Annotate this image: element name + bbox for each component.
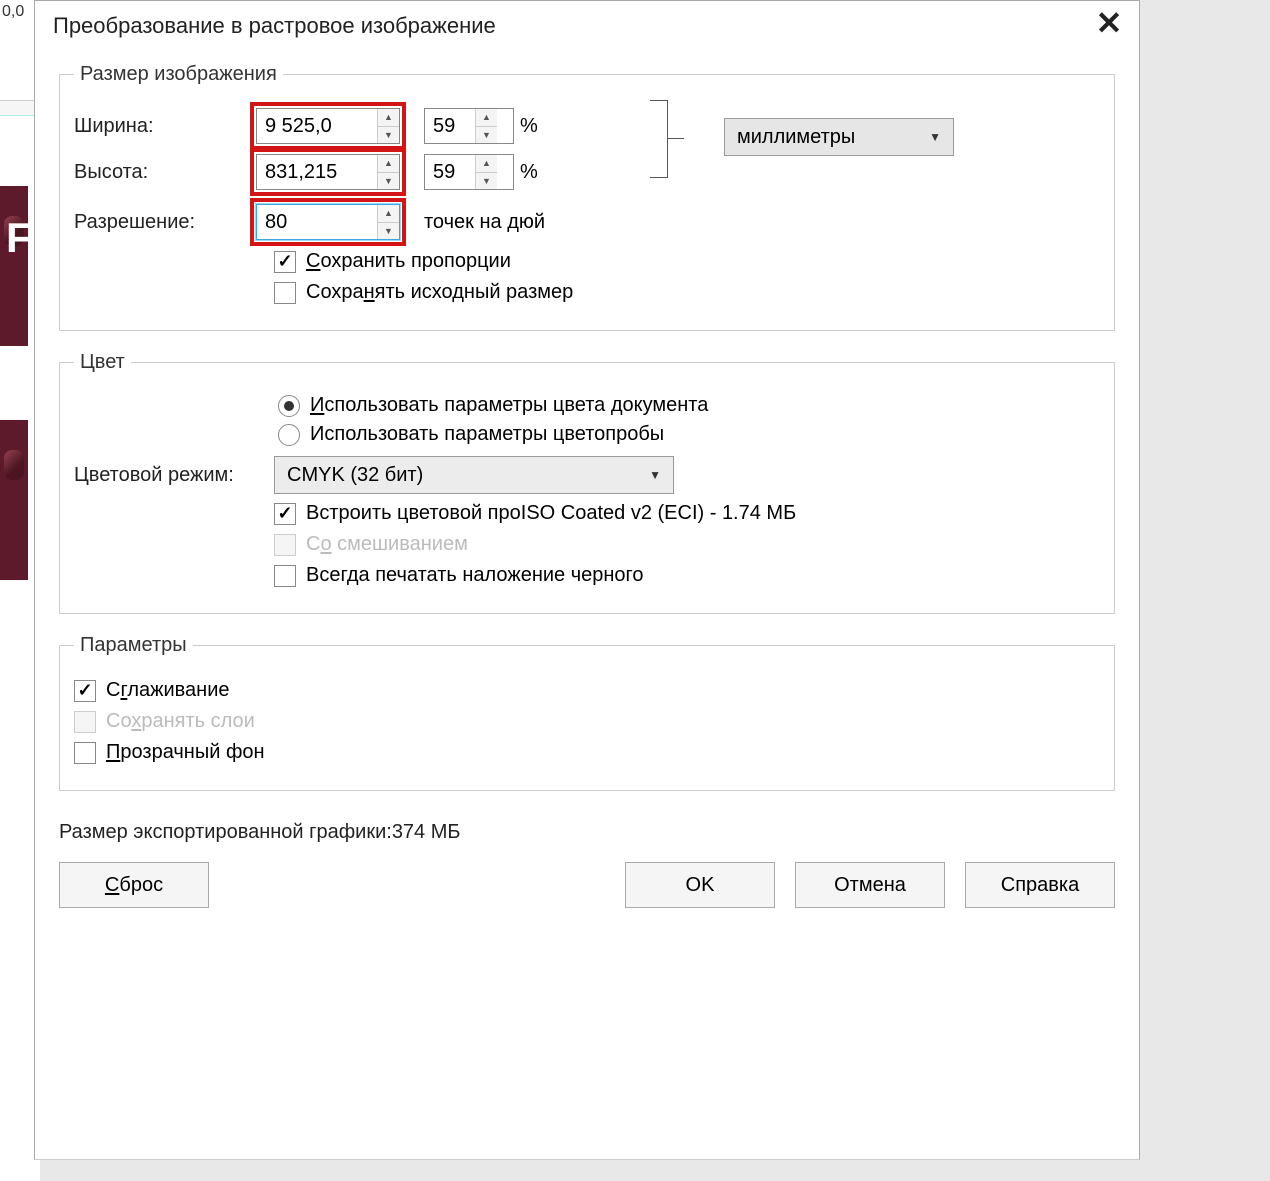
resolution-input[interactable] — [257, 205, 377, 239]
width-pct-input[interactable] — [425, 109, 475, 143]
export-size-info: Размер экспортированной графики: 374 МБ — [35, 811, 1139, 844]
height-input[interactable] — [257, 155, 377, 189]
spinner-down-icon[interactable]: ▼ — [378, 127, 399, 144]
checkbox-icon — [274, 503, 296, 525]
pct-symbol: % — [520, 161, 538, 184]
color-mode-label: Цветовой режим: — [74, 464, 274, 487]
spinner-down-icon[interactable]: ▼ — [476, 127, 497, 144]
color-group: Цвет Использовать параметры цвета докуме… — [59, 351, 1115, 614]
canvas-strip-2 — [0, 420, 28, 580]
height-label: Высота: — [74, 161, 254, 184]
keep-ratio-label: ССохранить пропорцииохранить пропорции — [306, 250, 511, 273]
use-doc-label: Использовать параметры цвета документа — [310, 394, 708, 417]
dialog-titlebar: Преобразование в растровое изображение ✕ — [35, 1, 1139, 53]
resolution-spinner[interactable]: ▲▼ — [256, 204, 400, 240]
height-pct-spinner[interactable]: ▲▼ — [424, 154, 514, 190]
black-overprint-label: Всегда печатать наложение черного — [306, 564, 644, 587]
width-label: Ширина: — [74, 115, 254, 138]
keep-source-checkbox[interactable]: Сохранять исходный размер — [274, 281, 1100, 304]
embed-profile-checkbox[interactable]: Встроить цветовой проISO Coated v2 (ECI)… — [274, 502, 1100, 525]
image-size-group: Размер изображения Ширина: ▲▼ ▲▼ % Высот — [59, 63, 1115, 331]
checkbox-icon — [74, 742, 96, 764]
use-proof-label: Использовать параметры цветопробы — [310, 423, 664, 446]
width-pct-spinner[interactable]: ▲▼ — [424, 108, 514, 144]
params-legend: Параметры — [74, 634, 193, 657]
spinner-up-icon[interactable]: ▲ — [476, 109, 497, 127]
spinner-up-icon[interactable]: ▲ — [378, 205, 399, 223]
image-size-legend: Размер изображения — [74, 63, 283, 86]
checkbox-icon — [274, 282, 296, 304]
height-spinner[interactable]: ▲▼ — [256, 154, 400, 190]
spinner-down-icon[interactable]: ▼ — [476, 173, 497, 190]
resolution-unit: точек на дюй — [424, 211, 545, 234]
transparent-bg-label: Прозрачный фон — [106, 741, 265, 764]
ruler-value: 0,0 — [2, 3, 24, 21]
keep-layers-label: Сохранять слои — [106, 710, 255, 733]
help-button[interactable]: Справка — [965, 862, 1115, 908]
spinner-down-icon[interactable]: ▼ — [378, 173, 399, 190]
keep-ratio-checkbox[interactable]: ССохранить пропорцииохранить пропорции — [274, 250, 1100, 273]
ok-button[interactable]: OK — [625, 862, 775, 908]
checkbox-icon — [274, 534, 296, 556]
canvas-letter: F — [6, 214, 32, 262]
units-dropdown[interactable]: миллиметры ▼ — [724, 118, 954, 156]
rasterize-dialog: Преобразование в растровое изображение ✕… — [34, 0, 1140, 1160]
checkbox-icon — [274, 565, 296, 587]
color-mode-value: CMYK (32 бит) — [287, 464, 423, 487]
radio-icon — [278, 424, 300, 446]
pct-symbol: % — [520, 115, 538, 138]
color-legend: Цвет — [74, 351, 131, 374]
checkbox-icon — [74, 711, 96, 733]
checkbox-icon — [74, 680, 96, 702]
radio-icon — [278, 395, 300, 417]
export-size-value: 374 МБ — [392, 821, 461, 844]
use-document-color-radio[interactable]: Использовать параметры цвета документа — [278, 394, 1100, 417]
units-value: миллиметры — [737, 126, 855, 149]
color-mode-dropdown[interactable]: CMYK (32 бит) ▼ — [274, 456, 674, 494]
use-proof-color-radio[interactable]: Использовать параметры цветопробы — [278, 423, 1100, 446]
reset-button[interactable]: Сброс — [59, 862, 209, 908]
spinner-up-icon[interactable]: ▲ — [378, 155, 399, 173]
embed-profile-label: Встроить цветовой проISO Coated v2 (ECI)… — [306, 502, 796, 525]
resolution-label: Разрешение: — [74, 211, 254, 234]
spinner-down-icon[interactable]: ▼ — [378, 223, 399, 240]
dialog-title: Преобразование в растровое изображение — [53, 13, 496, 38]
close-icon: ✕ — [1096, 5, 1123, 41]
height-pct-input[interactable] — [425, 155, 475, 189]
keep-layers-checkbox: Сохранять слои — [74, 710, 1100, 733]
keep-source-label: Сохранять исходный размер — [306, 281, 573, 304]
cancel-button[interactable]: Отмена — [795, 862, 945, 908]
canvas-strip-1 — [0, 186, 28, 346]
dithering-checkbox: Со смешиванием — [274, 533, 1100, 556]
black-overprint-checkbox[interactable]: Всегда печатать наложение черного — [274, 564, 1100, 587]
chevron-down-icon: ▼ — [649, 468, 661, 482]
antialias-label: Сглаживание — [106, 679, 230, 702]
params-group: Параметры Сглаживание Сохранять слои Про… — [59, 634, 1115, 791]
transparent-bg-checkbox[interactable]: Прозрачный фон — [74, 741, 1100, 764]
spinner-up-icon[interactable]: ▲ — [378, 109, 399, 127]
width-input[interactable] — [257, 109, 377, 143]
checkbox-icon — [274, 251, 296, 273]
chevron-down-icon: ▼ — [929, 130, 941, 144]
antialias-checkbox[interactable]: Сглаживание — [74, 679, 1100, 702]
aspect-link-bracket — [650, 100, 668, 178]
width-spinner[interactable]: ▲▼ — [256, 108, 400, 144]
dithering-label: Со смешиванием — [306, 533, 468, 556]
spinner-up-icon[interactable]: ▲ — [476, 155, 497, 173]
aspect-link-dash — [668, 138, 684, 139]
close-button[interactable]: ✕ — [1089, 5, 1129, 45]
